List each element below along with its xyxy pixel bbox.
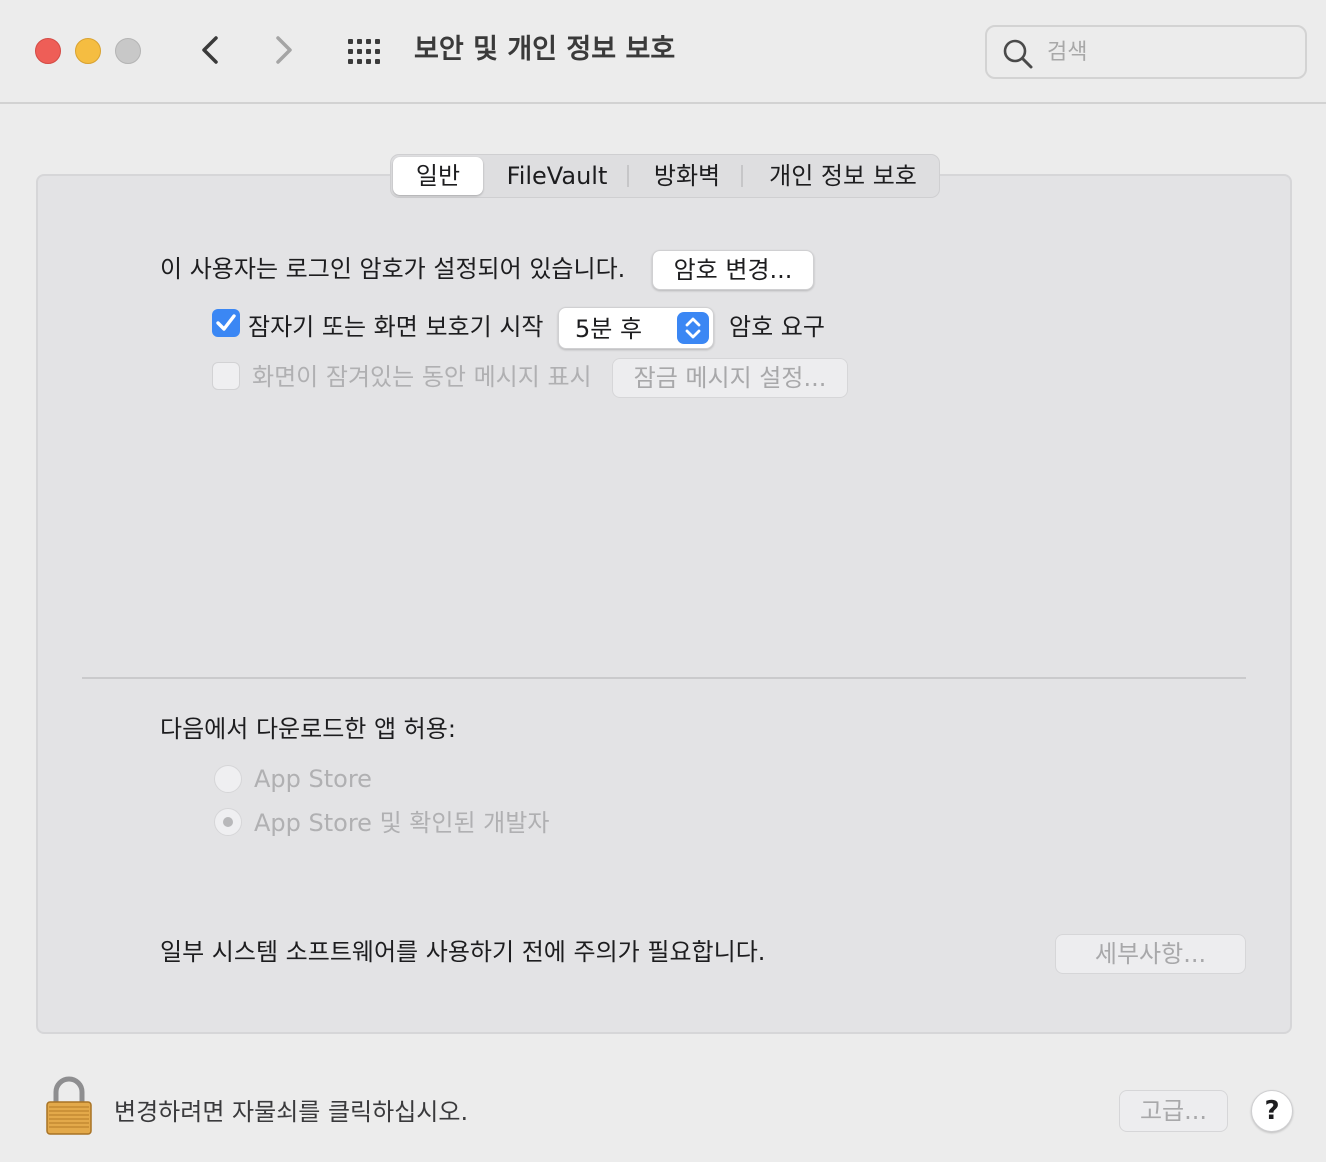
popup-arrows-icon xyxy=(677,312,709,344)
tab-separator xyxy=(741,165,743,187)
lock-message-label: 화면이 잠겨있는 동안 메시지 표시 xyxy=(252,363,592,391)
radio-app-store-label: App Store xyxy=(254,765,372,793)
tab-bar: 일반 FileVault 방화벽 개인 정보 보호 xyxy=(390,154,940,198)
require-password-checkbox[interactable] xyxy=(212,309,240,337)
tab-privacy[interactable]: 개인 정보 보호 xyxy=(755,157,931,195)
lock-text: 변경하려면 자물쇠를 클릭하십시오. xyxy=(114,1098,469,1126)
tab-general[interactable]: 일반 xyxy=(393,157,483,195)
lock-message-checkbox[interactable] xyxy=(212,362,240,390)
radio-app-store[interactable] xyxy=(214,765,242,793)
advanced-button[interactable]: 고급... xyxy=(1119,1090,1228,1132)
back-icon[interactable] xyxy=(190,30,230,70)
search-icon xyxy=(1003,39,1033,69)
show-all-icon[interactable] xyxy=(346,37,386,67)
allow-apps-heading: 다음에서 다운로드한 앱 허용: xyxy=(160,715,456,743)
close-icon[interactable] xyxy=(35,38,61,64)
set-lock-message-button[interactable]: 잠금 메시지 설정... xyxy=(612,358,848,398)
require-password-label: 잠자기 또는 화면 보호기 시작 xyxy=(248,313,544,341)
radio-app-store-identified-label: App Store 및 확인된 개발자 xyxy=(254,809,550,837)
details-button[interactable]: 세부사항... xyxy=(1055,934,1246,974)
lock-icon[interactable] xyxy=(44,1074,94,1136)
zoom-icon[interactable] xyxy=(115,38,141,64)
tab-firewall[interactable]: 방화벽 xyxy=(637,157,737,195)
tab-filevault[interactable]: FileVault xyxy=(497,157,617,195)
system-software-text: 일부 시스템 소프트웨어를 사용하기 전에 주의가 필요합니다. xyxy=(160,938,766,966)
password-set-text: 이 사용자는 로그인 암호가 설정되어 있습니다. xyxy=(160,255,626,283)
radio-selected-dot xyxy=(223,817,233,827)
password-delay-value: 5분 후 xyxy=(575,315,643,343)
search-field[interactable]: 검색 xyxy=(985,25,1307,79)
radio-app-store-identified[interactable] xyxy=(214,808,242,836)
require-password-suffix: 암호 요구 xyxy=(729,313,825,341)
general-panel xyxy=(36,174,1292,1034)
tab-separator xyxy=(627,165,629,187)
window-title: 보안 및 개인 정보 보호 xyxy=(414,34,676,65)
help-icon[interactable]: ? xyxy=(1251,1090,1293,1132)
minimize-icon[interactable] xyxy=(75,38,101,64)
change-password-button[interactable]: 암호 변경... xyxy=(652,250,814,290)
section-divider xyxy=(82,677,1246,679)
password-delay-popup[interactable]: 5분 후 xyxy=(558,307,714,349)
title-bar: 보안 및 개인 정보 보호 검색 xyxy=(0,0,1326,104)
checkmark-icon xyxy=(216,314,236,331)
search-placeholder: 검색 xyxy=(1047,40,1088,65)
forward-icon[interactable] xyxy=(264,30,304,70)
